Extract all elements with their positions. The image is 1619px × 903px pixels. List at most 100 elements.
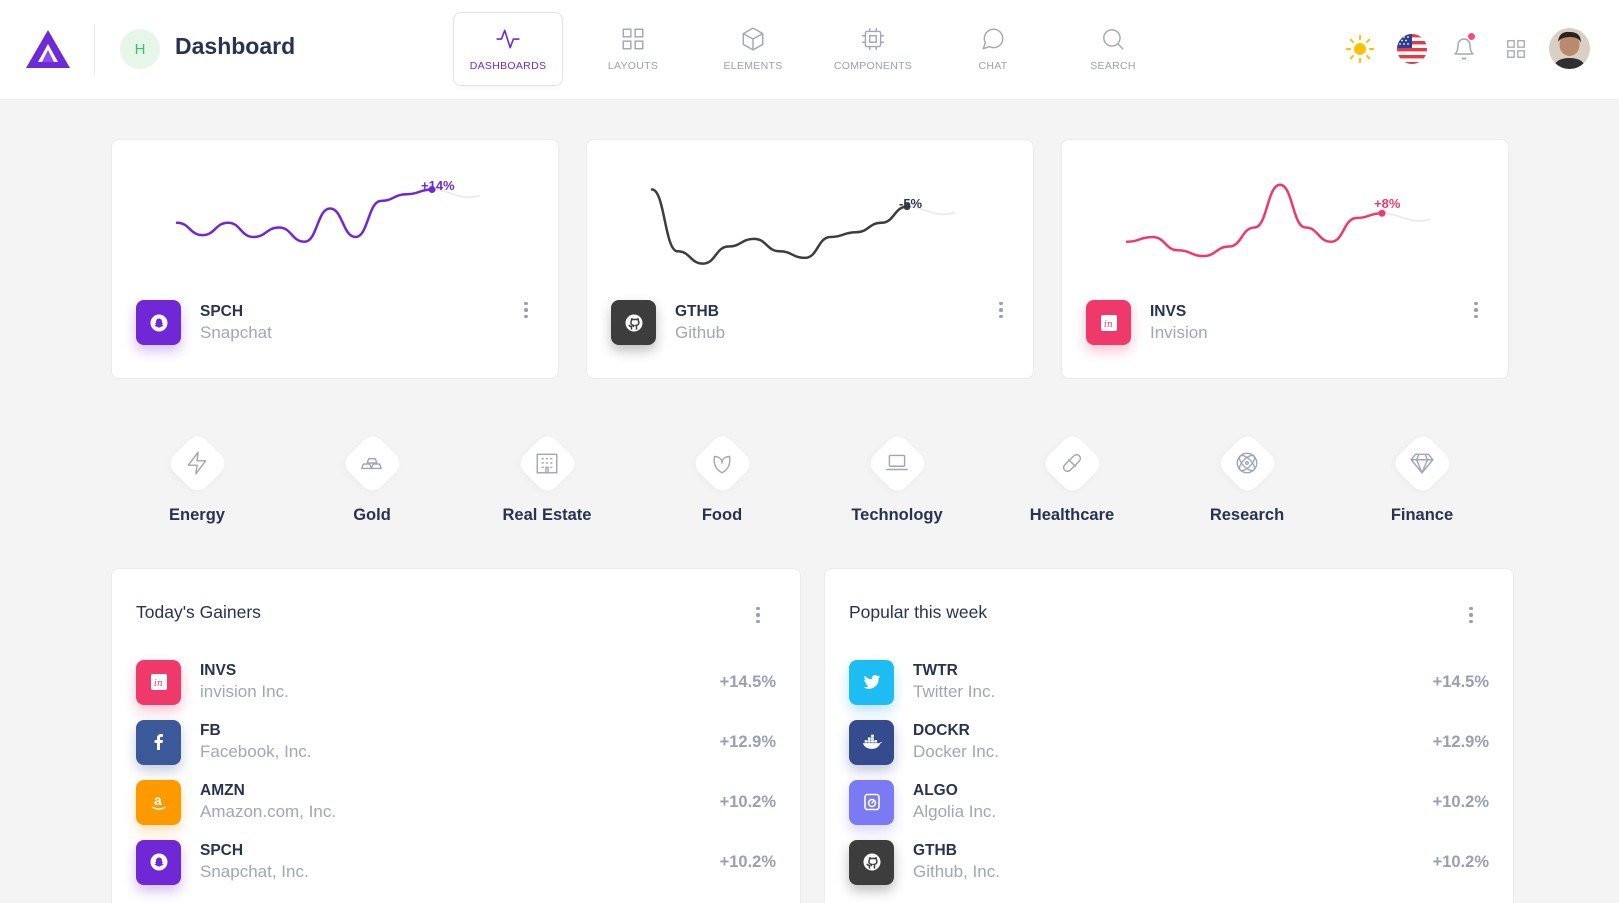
svg-text:in: in bbox=[154, 679, 163, 689]
company-name: Snapchat, Inc. bbox=[200, 862, 309, 881]
us-flag-icon bbox=[1397, 34, 1427, 64]
category-label: Gold bbox=[353, 506, 391, 524]
sparkline-chart bbox=[650, 188, 956, 265]
card-menu-button[interactable] bbox=[991, 298, 1011, 322]
stat-card-invision: +8% in INVS Invision bbox=[1061, 139, 1509, 379]
company-ticker: INVS bbox=[1150, 302, 1187, 320]
company-info: in INVS Invision bbox=[1086, 300, 1208, 345]
nav-layouts[interactable]: LAYOUTS bbox=[573, 12, 693, 86]
company-info: SPCH Snapchat bbox=[136, 300, 272, 345]
language-button[interactable] bbox=[1392, 29, 1432, 69]
top-navbar: H Dashboard DASHBOARDS LAYOUTS ELEMENTS … bbox=[0, 0, 1619, 100]
company-ticker: AMZN bbox=[200, 782, 245, 799]
nav-label: ELEMENTS bbox=[723, 60, 783, 72]
facebook-icon bbox=[154, 734, 163, 750]
card-menu-button[interactable] bbox=[748, 603, 768, 627]
category-real-estate[interactable]: Real Estate bbox=[472, 428, 622, 525]
company-name: Twitter Inc. bbox=[913, 682, 996, 701]
message-circle-icon bbox=[982, 28, 1004, 50]
sparkline-series bbox=[650, 188, 909, 265]
company-logo bbox=[136, 300, 181, 345]
category-row: Energy Gold Real Estate Food Technology … bbox=[108, 428, 1508, 528]
category-label: Research bbox=[1209, 506, 1285, 524]
card-menu-button[interactable] bbox=[516, 298, 536, 322]
percent-change: +10.2% bbox=[719, 852, 776, 871]
user-photo-icon bbox=[1549, 28, 1590, 69]
category-label: Real Estate bbox=[502, 506, 592, 524]
change-label: +8% bbox=[1374, 196, 1401, 211]
percent-change: +14.5% bbox=[719, 672, 776, 691]
percent-change: +14.5% bbox=[1432, 672, 1489, 691]
list-item[interactable]: ALGO Algolia Inc. +10.2% bbox=[849, 778, 1489, 826]
sparkline-series bbox=[1125, 183, 1384, 258]
svg-text:in: in bbox=[1104, 320, 1113, 330]
svg-text:a: a bbox=[154, 792, 162, 808]
workspace-avatar[interactable]: H bbox=[120, 29, 160, 69]
activity-icon bbox=[496, 29, 520, 49]
company-name: Invision bbox=[1150, 322, 1208, 342]
percent-change: +10.2% bbox=[719, 792, 776, 811]
nav-elements[interactable]: ELEMENTS bbox=[693, 12, 813, 86]
sparkline-tail bbox=[1381, 212, 1431, 222]
nav-chat[interactable]: CHAT bbox=[933, 12, 1053, 86]
stat-card-github: -5% GTHB Github bbox=[586, 139, 1034, 379]
category-finance[interactable]: Finance bbox=[1347, 428, 1497, 525]
category-healthcare[interactable]: Healthcare bbox=[997, 428, 1147, 525]
company-logo bbox=[849, 779, 894, 825]
list-item[interactable]: FB Facebook, Inc. +12.9% bbox=[136, 718, 776, 766]
card-menu-button[interactable] bbox=[1466, 298, 1486, 322]
main-nav: DASHBOARDS LAYOUTS ELEMENTS COMPONENTS C… bbox=[453, 12, 1173, 88]
company-name: Amazon.com, Inc. bbox=[200, 802, 337, 821]
company-info: GTHB Github bbox=[611, 300, 725, 345]
company-name: Snapchat bbox=[200, 322, 272, 342]
list-item[interactable]: a AMZN Amazon.com, Inc. +10.2% bbox=[136, 778, 776, 826]
company-name: Facebook, Inc. bbox=[200, 742, 312, 761]
company-logo: a bbox=[136, 779, 181, 825]
list-item[interactable]: SPCH Snapchat, Inc. +10.2% bbox=[136, 838, 776, 886]
company-logo bbox=[849, 719, 894, 765]
company-logo: in bbox=[1086, 300, 1131, 345]
category-technology[interactable]: Technology bbox=[822, 428, 972, 525]
twitter-icon bbox=[863, 675, 880, 689]
gainers-card: Today's Gainers in INVS invision Inc. +14… bbox=[111, 568, 801, 903]
company-logo bbox=[136, 719, 181, 765]
company-name: Github bbox=[675, 322, 726, 342]
list-item[interactable]: in INVS invision Inc. +14.5% bbox=[136, 658, 776, 706]
stat-card-snapchat: +14% SPCH Snapchat bbox=[111, 139, 559, 379]
nav-dashboards[interactable]: DASHBOARDS bbox=[453, 12, 563, 86]
apps-button[interactable] bbox=[1496, 29, 1536, 69]
list-item[interactable]: DOCKR Docker Inc. +12.9% bbox=[849, 718, 1489, 766]
sparkline-chart bbox=[175, 186, 481, 244]
nav-label: DASHBOARDS bbox=[469, 60, 547, 72]
grid-icon bbox=[1507, 40, 1525, 58]
company-ticker: TWTR bbox=[913, 662, 958, 679]
atom-icon bbox=[1236, 452, 1258, 474]
company-ticker: ALGO bbox=[913, 782, 958, 799]
category-food[interactable]: Food bbox=[647, 428, 797, 525]
card-title: Popular this week bbox=[849, 602, 988, 622]
percent-change: +12.9% bbox=[1432, 732, 1489, 751]
github-icon bbox=[625, 314, 642, 331]
zap-icon bbox=[187, 451, 207, 475]
change-label: -5% bbox=[899, 196, 923, 211]
brand-logo[interactable] bbox=[24, 28, 72, 70]
nav-search[interactable]: SEARCH bbox=[1053, 12, 1173, 86]
list-item[interactable]: GTHB Github, Inc. +10.2% bbox=[849, 838, 1489, 886]
nav-label: LAYOUTS bbox=[607, 60, 659, 72]
card-menu-button[interactable] bbox=[1461, 603, 1481, 627]
user-avatar[interactable] bbox=[1549, 28, 1590, 69]
category-energy[interactable]: Energy bbox=[122, 428, 272, 525]
building-icon bbox=[536, 453, 558, 474]
company-ticker: INVS bbox=[200, 662, 237, 679]
nav-components[interactable]: COMPONENTS bbox=[813, 12, 933, 86]
category-gold[interactable]: Gold bbox=[297, 428, 447, 525]
list-item[interactable]: TWTR Twitter Inc. +14.5% bbox=[849, 658, 1489, 706]
percent-change: +10.2% bbox=[1432, 852, 1489, 871]
category-research[interactable]: Research bbox=[1172, 428, 1322, 525]
theme-toggle-button[interactable] bbox=[1340, 29, 1380, 69]
company-ticker: FB bbox=[200, 722, 221, 739]
popular-card: Popular this week TWTR Twitter Inc. +14.5… bbox=[824, 568, 1514, 903]
nav-label: COMPONENTS bbox=[833, 60, 913, 72]
pill-icon bbox=[1062, 453, 1082, 473]
notifications-button[interactable] bbox=[1444, 29, 1484, 69]
